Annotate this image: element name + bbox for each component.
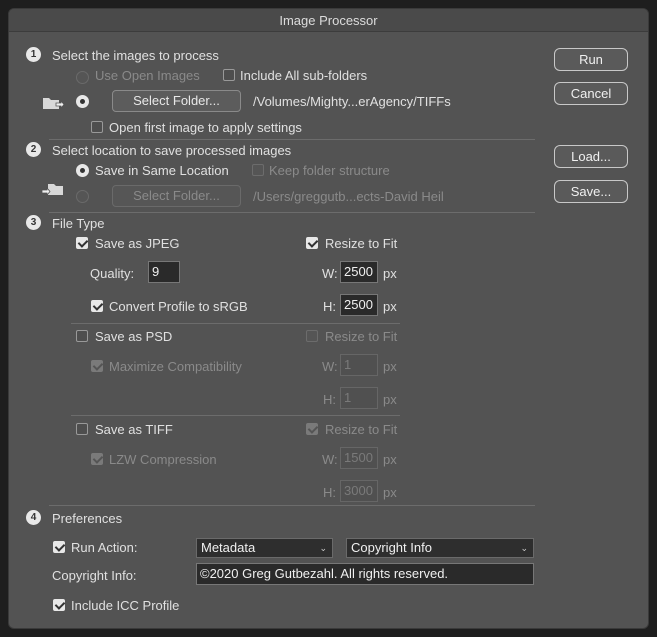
psd-resize-checkbox[interactable] bbox=[306, 330, 318, 345]
folder-dest-icon bbox=[41, 181, 64, 200]
convert-srgb-label: Convert Profile to sRGB bbox=[109, 299, 248, 314]
jpeg-w-label: W: bbox=[322, 266, 338, 281]
window-title: Image Processor bbox=[9, 9, 648, 32]
keep-folder-structure-label: Keep folder structure bbox=[269, 163, 390, 178]
include-subfolders-checkbox[interactable] bbox=[223, 69, 235, 84]
chevron-down-icon: ⌄ bbox=[520, 543, 528, 553]
psd-w-unit: px bbox=[383, 359, 397, 374]
step-1-badge: 1 bbox=[26, 47, 41, 62]
divider bbox=[49, 139, 535, 140]
jpeg-quality-input[interactable]: 9 bbox=[148, 261, 180, 283]
tiff-h-label: H: bbox=[323, 485, 336, 500]
chevron-down-icon: ⌄ bbox=[319, 543, 327, 553]
section4-heading: Preferences bbox=[52, 511, 123, 526]
section1-heading: Select the images to process bbox=[52, 48, 219, 63]
open-first-image-checkbox[interactable] bbox=[91, 121, 103, 136]
source-folder-radio[interactable] bbox=[76, 95, 89, 111]
action-name-select[interactable]: Copyright Info ⌄ bbox=[346, 538, 534, 558]
tiff-h-unit: px bbox=[383, 485, 397, 500]
maximize-compat-label: Maximize Compatibility bbox=[109, 359, 242, 374]
maximize-compat-checkbox[interactable] bbox=[91, 360, 103, 375]
copyright-label: Copyright Info: bbox=[52, 568, 137, 583]
jpeg-resize-checkbox[interactable] bbox=[306, 237, 318, 252]
section3-heading: File Type bbox=[52, 216, 105, 231]
psd-width-input[interactable]: 1 bbox=[340, 354, 378, 376]
source-folder-path: /Volumes/Mighty...erAgency/TIFFs bbox=[253, 94, 451, 109]
step-2-badge: 2 bbox=[26, 142, 41, 157]
psd-height-input[interactable]: 1 bbox=[340, 387, 378, 409]
use-open-images-radio-dot[interactable] bbox=[76, 71, 89, 85]
image-processor-dialog: Image Processor 1 Select the images to p… bbox=[8, 8, 649, 629]
save-jpeg-label: Save as JPEG bbox=[95, 236, 180, 251]
include-subfolders-label: Include All sub-folders bbox=[240, 68, 368, 83]
save-psd-label: Save as PSD bbox=[95, 329, 173, 344]
select-dest-folder-button[interactable]: Select Folder... bbox=[112, 185, 241, 207]
step-3-badge: 3 bbox=[26, 215, 41, 230]
action-name-value: Copyright Info bbox=[351, 540, 432, 555]
divider bbox=[49, 212, 535, 213]
jpeg-h-label: H: bbox=[323, 299, 336, 314]
tiff-width-input[interactable]: 1500 bbox=[340, 447, 378, 469]
save-tiff-label: Save as TIFF bbox=[95, 422, 173, 437]
divider bbox=[71, 323, 400, 324]
psd-h-label: H: bbox=[323, 392, 336, 407]
select-source-folder-button[interactable]: Select Folder... bbox=[112, 90, 241, 112]
lzw-checkbox[interactable] bbox=[91, 453, 103, 468]
tiff-resize-checkbox[interactable] bbox=[306, 423, 318, 438]
action-set-select[interactable]: Metadata ⌄ bbox=[196, 538, 333, 558]
lzw-label: LZW Compression bbox=[109, 452, 217, 467]
tiff-resize-label: Resize to Fit bbox=[325, 422, 398, 437]
psd-w-label: W: bbox=[322, 359, 338, 374]
folder-arrow-icon bbox=[42, 95, 65, 114]
open-first-image-label: Open first image to apply settings bbox=[109, 120, 302, 135]
use-open-images-radio[interactable] bbox=[76, 69, 89, 85]
save-psd-checkbox[interactable] bbox=[76, 330, 88, 345]
run-action-checkbox[interactable] bbox=[53, 541, 65, 556]
psd-resize-label: Resize to Fit bbox=[325, 329, 398, 344]
step-4-badge: 4 bbox=[26, 510, 41, 525]
jpeg-resize-label: Resize to Fit bbox=[325, 236, 398, 251]
action-set-value: Metadata bbox=[201, 540, 256, 555]
include-icc-label: Include ICC Profile bbox=[71, 598, 180, 613]
psd-h-unit: px bbox=[383, 392, 397, 407]
keep-folder-structure-checkbox[interactable] bbox=[252, 164, 264, 179]
use-open-images-label: Use Open Images bbox=[95, 68, 200, 83]
load-button[interactable]: Load... bbox=[554, 145, 628, 168]
tiff-height-input[interactable]: 3000 bbox=[340, 480, 378, 502]
run-button[interactable]: Run bbox=[554, 48, 628, 71]
divider bbox=[49, 505, 535, 506]
jpeg-h-unit: px bbox=[383, 299, 397, 314]
save-settings-button[interactable]: Save... bbox=[554, 180, 628, 203]
cancel-button[interactable]: Cancel bbox=[554, 82, 628, 105]
include-icc-checkbox[interactable] bbox=[53, 599, 65, 614]
jpeg-quality-label: Quality: bbox=[90, 266, 135, 281]
run-action-label: Run Action: bbox=[71, 540, 138, 555]
save-same-location-radio[interactable] bbox=[76, 164, 89, 180]
jpeg-w-unit: px bbox=[383, 266, 397, 281]
tiff-w-unit: px bbox=[383, 452, 397, 467]
jpeg-width-input[interactable]: 2500 bbox=[340, 261, 378, 283]
tiff-w-label: W: bbox=[322, 452, 338, 467]
dest-folder-path: /Users/greggutb...ects-David Heil bbox=[253, 189, 444, 204]
jpeg-height-input[interactable]: 2500 bbox=[340, 294, 378, 316]
section2-heading: Select location to save processed images bbox=[52, 143, 292, 158]
convert-srgb-checkbox[interactable] bbox=[91, 300, 103, 315]
divider bbox=[71, 415, 400, 416]
copyright-input[interactable]: ©2020 Greg Gutbezahl. All rights reserve… bbox=[196, 563, 534, 585]
dest-folder-radio[interactable] bbox=[76, 190, 89, 206]
save-jpeg-checkbox[interactable] bbox=[76, 237, 88, 252]
save-tiff-checkbox[interactable] bbox=[76, 423, 88, 438]
save-same-location-label: Save in Same Location bbox=[95, 163, 229, 178]
